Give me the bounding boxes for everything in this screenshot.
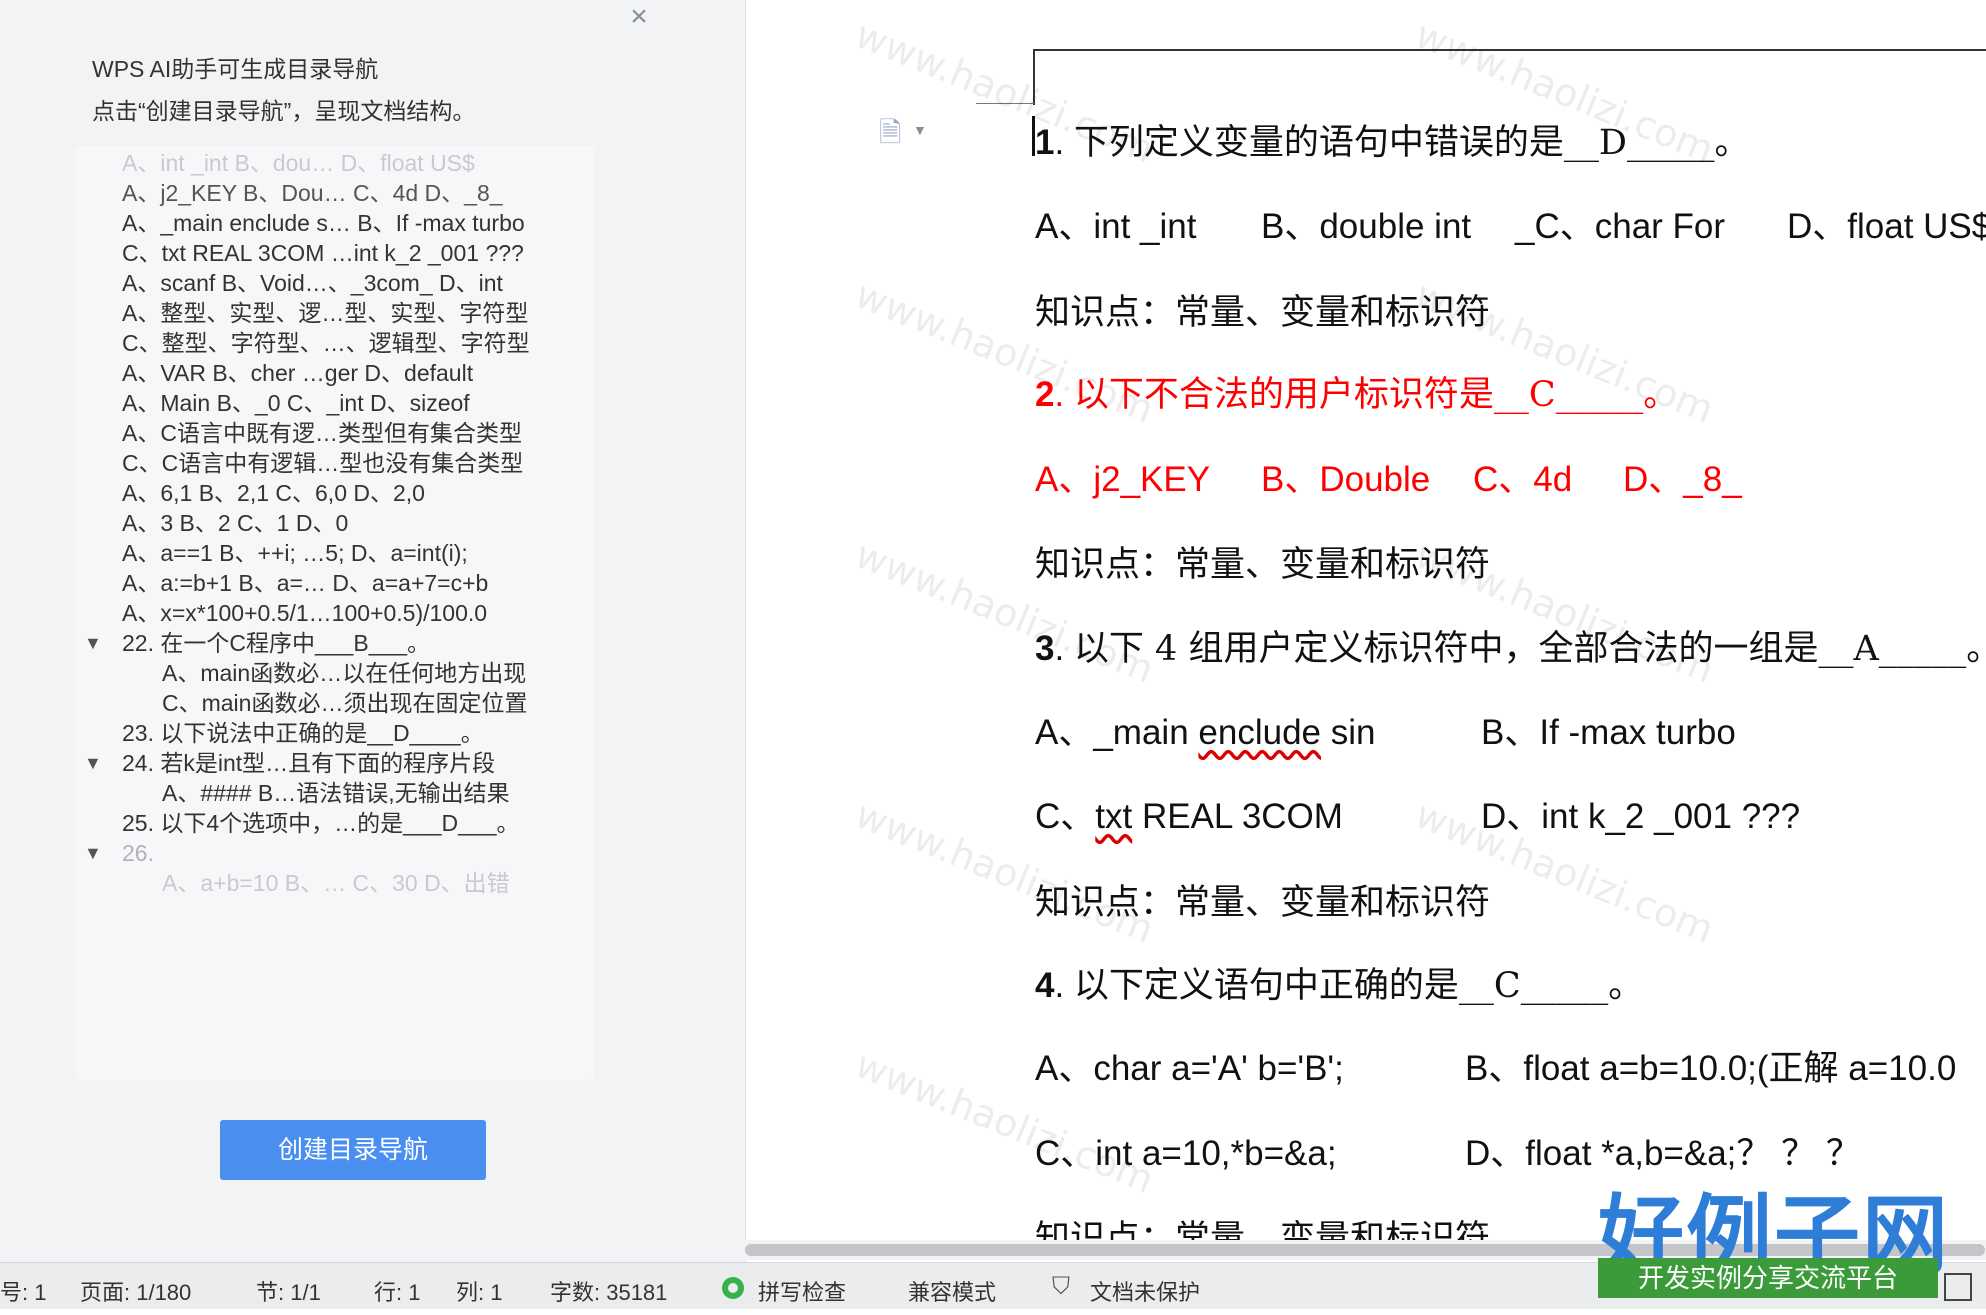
outline-item[interactable]: C、C语言中有逻辑…型也没有集合类型	[76, 446, 594, 480]
outline-item[interactable]: A、C语言中既有逻…类型但有集合类型	[76, 416, 594, 450]
outline-item[interactable]: A、x=x*100+0.5/1…100+0.5)/100.0	[76, 596, 594, 630]
status-page[interactable]: 页面: 1/180	[80, 1275, 191, 1307]
knowledge-point[interactable]: 知识点：常量、变量和标识符	[1035, 1210, 1490, 1240]
outline-item[interactable]: A、#### B…语法错误,无输出结果	[76, 776, 594, 810]
knowledge-point[interactable]: 知识点：常量、变量和标识符	[1035, 284, 1490, 335]
status-word-count[interactable]: 字数: 35181	[550, 1275, 667, 1307]
navigation-pane: × WPS AI助手可生成目录导航 点击“创建目录导航”，呈现文档结构。 A、i…	[0, 0, 746, 1262]
outline-item-26[interactable]: ▼ 26.	[76, 836, 594, 870]
shield-icon[interactable]: ⛉	[1052, 1273, 1078, 1301]
question-1[interactable]: 1. 下列定义变量的语句中错误的是__D_____。	[1035, 114, 1750, 165]
ai-hint-line-2: 点击“创建目录导航”，呈现文档结构。	[92, 98, 476, 124]
logo-subtitle: 开发实例分享交流平台	[1598, 1258, 1938, 1298]
outline-item[interactable]: A、a:=b+1 B、a=… D、a=a+7=c+b	[76, 566, 594, 600]
outline-item[interactable]: A、VAR B、cher …ger D、default	[76, 356, 594, 390]
status-page-number[interactable]: 号: 1	[0, 1275, 46, 1307]
ai-hint-line-1: WPS AI助手可生成目录导航	[92, 56, 379, 82]
outline-item[interactable]: A、_main enclude s… B、If -max turbo	[76, 206, 594, 240]
outline-item[interactable]: A、main函数必…以在任何地方出现	[76, 656, 594, 690]
create-outline-button[interactable]: 创建目录导航	[220, 1120, 486, 1180]
paragraph-layout-icon[interactable]: 🗎 ▼	[879, 112, 939, 152]
knowledge-point[interactable]: 知识点：常量、变量和标识符	[1035, 536, 1490, 587]
outline-list: A、int _int B、dou… D、float US$ A、j2_KEY B…	[76, 146, 594, 1080]
spelling-error[interactable]: enclude	[1198, 713, 1321, 752]
header-rule	[1033, 49, 1986, 51]
outline-item[interactable]: A、scanf B、Void…、_3com_ D、int	[76, 266, 594, 300]
margin-corner-mark	[1033, 49, 1035, 105]
outline-item[interactable]: A、int _int B、dou… D、float US$	[76, 146, 594, 180]
outline-item[interactable]: A、3 B、2 C、1 D、0	[76, 506, 594, 540]
outline-item[interactable]: C、main函数必…须出现在固定位置	[76, 686, 594, 720]
question-2[interactable]: 2. 以下不合法的用户标识符是__C_____。	[1035, 366, 1678, 417]
outline-item[interactable]: A、整型、实型、逻…型、实型、字符型	[76, 296, 594, 330]
spelling-error[interactable]: txt	[1095, 797, 1132, 836]
knowledge-point[interactable]: 知识点：常量、变量和标识符	[1035, 874, 1490, 925]
outline-item[interactable]: A、Main B、_0 C、_int D、sizeof	[76, 386, 594, 420]
document-page[interactable]: 🗎 ▼ 1. 下列定义变量的语句中错误的是__D_____。 A、int _int…	[746, 0, 1986, 1240]
outline-item-23[interactable]: 23. 以下说法中正确的是__D____。	[76, 716, 594, 750]
outline-item[interactable]: A、j2_KEY B、Dou… C、4d D、_8_	[76, 176, 594, 210]
outline-item[interactable]: A、a+b=10 B、… C、30 D、出错	[76, 866, 594, 900]
status-row[interactable]: 行: 1	[374, 1275, 420, 1307]
doc-protection-label[interactable]: 文档未保护	[1090, 1275, 1200, 1307]
chevron-down-icon[interactable]: ▼	[913, 122, 927, 138]
collapse-triangle-icon[interactable]: ▼	[84, 746, 102, 780]
status-column[interactable]: 列: 1	[456, 1275, 502, 1307]
site-logo: 好例子网 开发实例分享交流平台	[1580, 1165, 1950, 1315]
collapse-triangle-icon[interactable]: ▼	[84, 836, 102, 870]
outline-item[interactable]: A、a==1 B、++i; …5; D、a=int(i);	[76, 536, 594, 570]
outline-item[interactable]: A、6,1 B、2,1 C、6,0 D、2,0	[76, 476, 594, 510]
spell-check-button[interactable]: 拼写检查	[758, 1275, 846, 1307]
question-4[interactable]: 4. 以下定义语句中正确的是__C_____。	[1035, 957, 1643, 1008]
outline-item-25[interactable]: 25. 以下4个选项中，…的是___D___。	[76, 806, 594, 840]
collapse-triangle-icon[interactable]: ▼	[84, 626, 102, 660]
question-3[interactable]: 3. 以下 4 组用户定义标识符中，全部合法的一组是__A_____。	[1035, 620, 1986, 671]
outline-item[interactable]: C、txt REAL 3COM …int k_2 _001 ???	[76, 236, 594, 270]
compat-mode-label[interactable]: 兼容模式	[908, 1275, 996, 1307]
outline-item[interactable]: C、整型、字符型、…、逻辑型、字符型	[76, 326, 594, 360]
spell-check-icon[interactable]	[722, 1277, 744, 1299]
outline-item-22[interactable]: ▼ 22. 在一个C程序中___B___。	[76, 626, 594, 660]
margin-corner-mark	[976, 103, 1034, 104]
close-icon[interactable]: ×	[626, 2, 652, 32]
status-section[interactable]: 节: 1/1	[256, 1275, 321, 1307]
outline-item-24[interactable]: ▼ 24. 若k是int型…且有下面的程序片段	[76, 746, 594, 780]
